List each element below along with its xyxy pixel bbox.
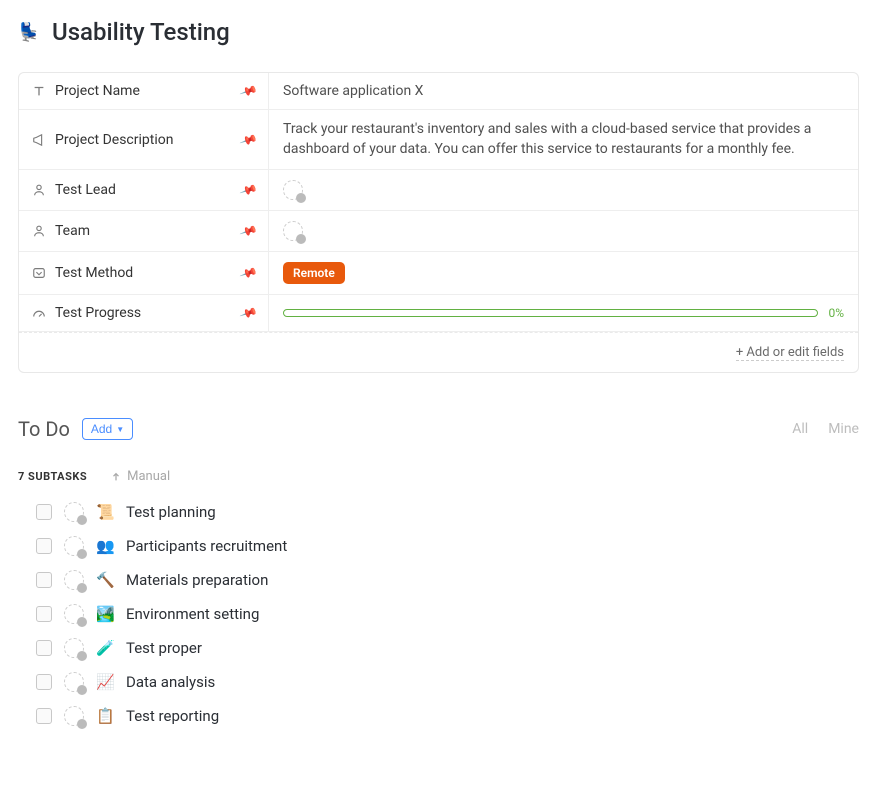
field-value[interactable]: Remote <box>269 252 858 294</box>
task-list: 📜 Test planning 👥 Participants recruitme… <box>36 502 859 726</box>
assignee-empty-icon[interactable] <box>64 570 84 590</box>
pin-icon[interactable]: 📌 <box>239 130 258 149</box>
chevron-down-icon: ▼ <box>116 425 124 434</box>
task-emoji-icon: 🏞️ <box>96 605 114 623</box>
field-row-team[interactable]: Team 📌 <box>19 211 858 252</box>
field-label-cell: Test Progress 📌 <box>19 295 269 331</box>
person-icon <box>31 182 47 198</box>
field-label-cell: Project Description 📌 <box>19 110 269 169</box>
pin-icon[interactable]: 📌 <box>239 222 258 241</box>
task-row[interactable]: 🔨 Materials preparation <box>36 570 859 590</box>
field-label-cell: Test Lead 📌 <box>19 170 269 210</box>
task-name[interactable]: Test reporting <box>126 707 219 725</box>
field-row-test-progress[interactable]: Test Progress 📌 0% <box>19 295 858 332</box>
field-value[interactable] <box>269 211 858 251</box>
task-checkbox[interactable] <box>36 504 52 520</box>
task-checkbox[interactable] <box>36 538 52 554</box>
field-row-project-description[interactable]: Project Description 📌 Track your restaur… <box>19 110 858 170</box>
chair-icon: 💺 <box>18 21 40 43</box>
todo-label: To Do <box>18 417 70 441</box>
field-label: Team <box>55 223 90 239</box>
assignee-empty-icon[interactable] <box>64 638 84 658</box>
todo-section-header: To Do Add ▼ All Mine <box>18 417 859 441</box>
field-value[interactable]: 0% <box>269 295 858 331</box>
field-label-cell: Test Method 📌 <box>19 252 269 294</box>
assignee-empty-icon[interactable] <box>64 536 84 556</box>
megaphone-icon <box>31 132 47 148</box>
arrow-up-icon <box>111 472 121 482</box>
task-row[interactable]: 👥 Participants recruitment <box>36 536 859 556</box>
dropdown-icon <box>31 265 47 281</box>
task-name[interactable]: Test planning <box>126 503 216 521</box>
task-checkbox[interactable] <box>36 708 52 724</box>
task-row[interactable]: 🏞️ Environment setting <box>36 604 859 624</box>
empty-avatar-icon[interactable] <box>283 180 303 200</box>
field-value[interactable]: Track your restaurant's inventory and sa… <box>269 110 858 169</box>
method-badge[interactable]: Remote <box>283 262 345 284</box>
task-checkbox[interactable] <box>36 572 52 588</box>
empty-avatar-icon[interactable] <box>283 221 303 241</box>
page-title: Usability Testing <box>52 18 230 46</box>
add-button[interactable]: Add ▼ <box>82 418 133 440</box>
task-emoji-icon: 🔨 <box>96 571 114 589</box>
field-row-test-method[interactable]: Test Method 📌 Remote <box>19 252 858 295</box>
task-name[interactable]: Environment setting <box>126 605 259 623</box>
task-emoji-icon: 📈 <box>96 673 114 691</box>
field-label: Project Description <box>55 132 173 148</box>
text-icon <box>31 83 47 99</box>
field-value[interactable] <box>269 170 858 210</box>
task-checkbox[interactable] <box>36 640 52 656</box>
task-name[interactable]: Materials preparation <box>126 571 268 589</box>
field-label: Test Lead <box>55 182 116 198</box>
assignee-empty-icon[interactable] <box>64 672 84 692</box>
add-edit-fields-link[interactable]: + Add or edit fields <box>736 345 844 361</box>
assignee-empty-icon[interactable] <box>64 706 84 726</box>
task-row[interactable]: 📜 Test planning <box>36 502 859 522</box>
add-button-label: Add <box>91 422 112 436</box>
task-emoji-icon: 📜 <box>96 503 114 521</box>
assignee-empty-icon[interactable] <box>64 604 84 624</box>
filter-mine[interactable]: Mine <box>828 421 859 437</box>
sort-mode[interactable]: Manual <box>111 469 170 484</box>
gauge-icon <box>31 305 47 321</box>
pin-icon[interactable]: 📌 <box>239 181 258 200</box>
task-emoji-icon: 📋 <box>96 707 114 725</box>
task-name[interactable]: Data analysis <box>126 673 215 691</box>
progress-percent: 0% <box>828 306 844 320</box>
task-emoji-icon: 🧪 <box>96 639 114 657</box>
field-label: Test Method <box>55 265 133 281</box>
progress-bar <box>283 309 818 317</box>
field-row-project-name[interactable]: Project Name 📌 Software application X <box>19 73 858 110</box>
fields-footer: + Add or edit fields <box>19 332 858 372</box>
task-row[interactable]: 🧪 Test proper <box>36 638 859 658</box>
pin-icon[interactable]: 📌 <box>239 304 258 323</box>
task-name[interactable]: Test proper <box>126 639 202 657</box>
field-label: Project Name <box>55 83 140 99</box>
filter-all[interactable]: All <box>792 421 808 437</box>
sort-label: Manual <box>127 469 170 484</box>
pin-icon[interactable]: 📌 <box>239 264 258 283</box>
field-label-cell: Team 📌 <box>19 211 269 251</box>
person-icon <box>31 223 47 239</box>
pin-icon[interactable]: 📌 <box>239 81 258 100</box>
field-label-cell: Project Name 📌 <box>19 73 269 109</box>
task-checkbox[interactable] <box>36 674 52 690</box>
task-name[interactable]: Participants recruitment <box>126 537 287 555</box>
task-row[interactable]: 📈 Data analysis <box>36 672 859 692</box>
field-row-test-lead[interactable]: Test Lead 📌 <box>19 170 858 211</box>
field-value[interactable]: Software application X <box>269 73 858 109</box>
subtasks-header: 7 SUBTASKS Manual <box>18 469 859 484</box>
page-header: 💺 Usability Testing <box>18 18 859 46</box>
assignee-empty-icon[interactable] <box>64 502 84 522</box>
task-row[interactable]: 📋 Test reporting <box>36 706 859 726</box>
fields-table: Project Name 📌 Software application X Pr… <box>18 72 859 373</box>
task-checkbox[interactable] <box>36 606 52 622</box>
field-label: Test Progress <box>55 305 141 321</box>
task-emoji-icon: 👥 <box>96 537 114 555</box>
subtasks-count: 7 SUBTASKS <box>18 470 87 483</box>
